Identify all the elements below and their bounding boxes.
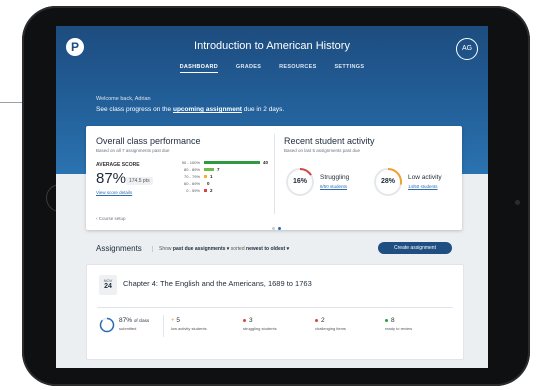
assignment-divider [97, 307, 453, 308]
carousel-dot[interactable] [271, 227, 275, 230]
assignments-heading: Assignments [96, 244, 142, 253]
distribution-range: 60 - 69% [183, 181, 200, 186]
stat-low-activity[interactable]: + 5 low activity students [171, 317, 207, 331]
performance-title: Overall class performance [96, 136, 201, 146]
stat-value: 2 [321, 317, 325, 324]
distribution-bar [204, 168, 214, 171]
app-screen: P Introduction to American History AG DA… [56, 26, 488, 368]
progress-suffix: due in 2 days. [241, 106, 285, 113]
struggling-students-link[interactable]: 8/50 students [320, 184, 347, 189]
struggling-label: Struggling [320, 174, 350, 181]
average-score-value: 87% [96, 170, 127, 187]
due-date-badge: NOV 24 [99, 275, 117, 295]
activity-subtitle: Based on last 5 assignments past due [284, 148, 361, 153]
course-title: Introduction to American History [194, 40, 350, 52]
tab-resources[interactable]: RESOURCES [279, 64, 317, 72]
progress-prefix: See class progress on the [96, 106, 173, 113]
distribution-bar [204, 161, 260, 164]
low-activity-percent: 28% [380, 178, 395, 185]
summary-card: Overall class performance Based on all 7… [86, 126, 462, 230]
tab-dashboard[interactable]: DASHBOARD [179, 64, 219, 73]
upcoming-assignment-link[interactable]: upcoming assignment [173, 106, 242, 113]
low-activity-students-link[interactable]: 14/50 students [408, 184, 438, 189]
submitted-ring [99, 317, 115, 333]
distribution-range: 0 - 59% [186, 188, 200, 193]
ring-progress [99, 317, 115, 333]
stat-label: low activity students [171, 326, 207, 331]
filter-dropdown[interactable]: past due assignments ▾ [173, 246, 229, 252]
distribution-count: 1 [210, 174, 213, 179]
sort-dropdown[interactable]: newest to oldest ▾ [246, 246, 289, 252]
plus-icon: + [171, 318, 175, 324]
struggling-percent: 16% [292, 178, 307, 185]
tab-settings[interactable]: SETTINGS [334, 64, 364, 72]
distribution-range: 70 - 79% [183, 174, 200, 179]
due-day: 24 [104, 283, 112, 290]
stat-value: 8 [391, 317, 395, 324]
carousel-dots [270, 217, 282, 235]
distribution-range: 80 - 89% [183, 167, 200, 172]
stat-struggling[interactable]: 3 struggling students [243, 317, 277, 331]
red-dot-icon [243, 318, 246, 322]
distribution-bar [204, 175, 207, 178]
assignment-card[interactable]: NOV 24 Chapter 4: The English and the Am… [86, 264, 464, 360]
average-score-label: AVERAGE SCORE [96, 162, 140, 168]
stat-ready-review[interactable]: 8 ready to review [385, 317, 412, 331]
stat-challenging[interactable]: 2 challenging items [315, 317, 346, 331]
course-setup-link[interactable]: ‹ Course setup [96, 216, 126, 221]
activity-title: Recent student activity [284, 136, 375, 146]
distribution-range: 90 - 100% [181, 160, 200, 165]
camera-dot [515, 200, 520, 205]
submitted-label: submitted [119, 326, 137, 331]
stat-separator [163, 315, 164, 337]
distribution-count: 0 [207, 181, 210, 186]
distribution-bar [204, 189, 207, 192]
card-divider [274, 134, 275, 214]
score-details-link[interactable]: View score details [96, 190, 132, 195]
submitted-stat: 87% of class submitted [119, 317, 149, 331]
main-nav: DASHBOARD GRADES RESOURCES SETTINGS [56, 64, 488, 73]
welcome-text: Welcome back, Adrian [96, 96, 151, 102]
stat-value: 5 [176, 317, 180, 324]
average-score-points: 174.5 pts [126, 177, 153, 185]
submitted-value: 87% [119, 317, 133, 324]
low-activity-label: Low activity [408, 174, 442, 181]
distribution-count: 40 [263, 160, 269, 165]
create-assignment-button[interactable]: Create assignment [378, 242, 452, 254]
tab-grades[interactable]: GRADES [236, 64, 261, 72]
submitted-suffix: of class [133, 318, 150, 323]
distribution-count: 2 [210, 188, 213, 193]
green-dot-icon [385, 318, 388, 322]
user-avatar[interactable]: AG [456, 38, 478, 60]
carousel-dot-active[interactable] [277, 227, 281, 230]
filter-show-label: Show [159, 246, 172, 252]
stat-label: challenging items [315, 326, 346, 331]
filter-sorted-label: sorted [230, 246, 245, 252]
performance-subtitle: Based on all 7 assignments past due [96, 148, 170, 153]
assignment-title[interactable]: Chapter 4: The English and the Americans… [123, 279, 312, 288]
distribution-count: 7 [217, 167, 220, 172]
red-dot-icon [315, 318, 318, 322]
assignments-filter: Show past due assignments ▾ sorted newes… [152, 246, 289, 252]
stat-label: ready to review [385, 326, 413, 331]
stat-value: 3 [249, 317, 253, 324]
progress-message: See class progress on the upcoming assig… [96, 106, 284, 113]
stat-label: struggling students [243, 326, 277, 331]
